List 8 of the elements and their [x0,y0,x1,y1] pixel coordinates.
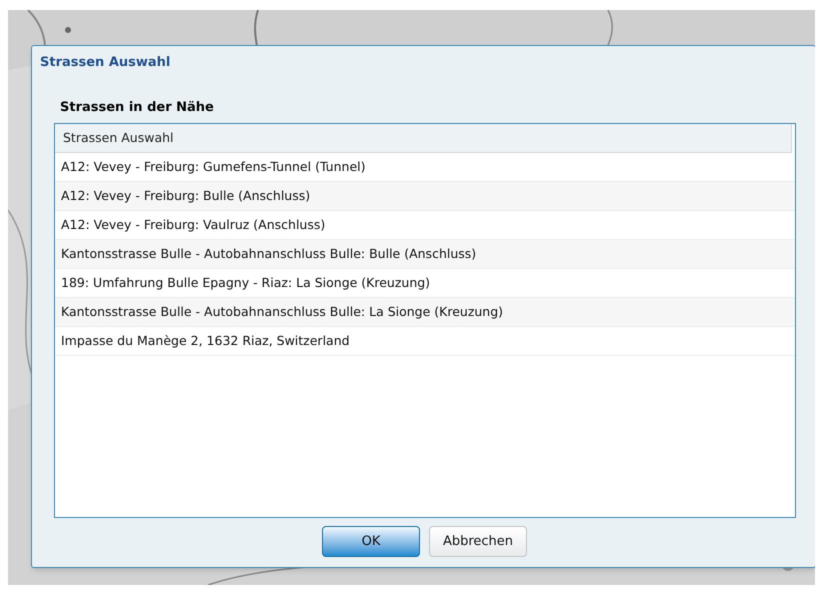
ok-button[interactable]: OK [322,526,420,557]
dialog-title: Strassen Auswahl [40,54,170,72]
list-row[interactable]: Kantonsstrasse Bulle - Autobahnanschluss Bulle: La Sionge (Kreuzung) [55,298,795,327]
section-label: Strassen in der Nähe [60,98,214,116]
column-header[interactable]: Strassen Auswahl [55,124,792,153]
list-row[interactable]: A12: Vevey - Freiburg: Bulle (Anschluss) [55,182,795,211]
list-row[interactable]: Kantonsstrasse Bulle - Autobahnanschluss Bulle: Bulle (Anschluss) [55,240,795,269]
cancel-button[interactable]: Abbrechen [429,526,527,557]
